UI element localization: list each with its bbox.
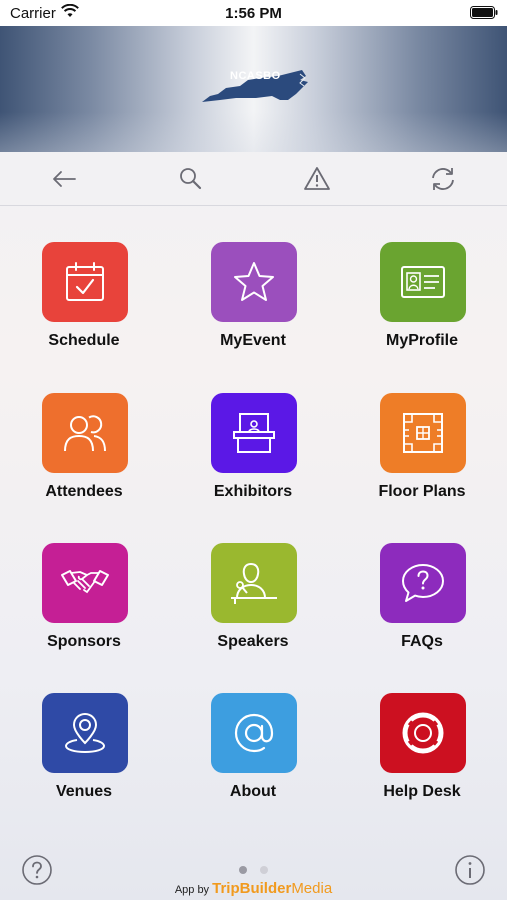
tile-venues[interactable]: Venues (14, 693, 154, 823)
location-pin-icon (64, 712, 106, 754)
tile-label: Speakers (217, 633, 289, 650)
refresh-icon[interactable] (428, 164, 458, 194)
page-dot-active[interactable] (239, 866, 247, 874)
speakers-icon-box (211, 543, 297, 623)
credit-prefix: App by (174, 884, 210, 896)
header-banner: NCASBO (0, 26, 507, 152)
tile-exhibitors[interactable]: Exhibitors (183, 393, 323, 523)
search-icon[interactable] (176, 164, 206, 194)
myevent-icon-box (211, 242, 297, 322)
tile-label: Attendees (45, 483, 123, 500)
schedule-icon-box (42, 242, 128, 322)
tile-about[interactable]: About (183, 693, 323, 823)
app-credit: App by TripBuilderMedia (0, 880, 507, 897)
sponsors-icon-box (42, 543, 128, 623)
tile-label: About (229, 783, 277, 800)
logo-text: NCASBO (230, 70, 281, 82)
warning-icon[interactable] (302, 164, 332, 194)
tile-myevent[interactable]: MyEvent (183, 242, 323, 372)
lifebuoy-icon (402, 712, 444, 754)
star-icon (234, 262, 274, 301)
tile-label: Schedule (48, 332, 120, 349)
handshake-icon (61, 570, 109, 594)
tile-myprofile[interactable]: MyProfile (352, 242, 492, 372)
tripbuilder-logo-text: TripBuilder (212, 880, 292, 897)
venues-icon-box (42, 693, 128, 773)
booth-icon (233, 413, 275, 453)
tile-help-desk[interactable]: Help Desk (352, 693, 492, 823)
tile-label: FAQs (401, 633, 443, 650)
tile-speakers[interactable]: Speakers (183, 543, 323, 673)
back-arrow-icon[interactable] (49, 164, 79, 194)
speaker-icon (231, 562, 277, 604)
battery-icon (470, 6, 498, 19)
question-bubble-icon (402, 564, 444, 602)
tile-label: Venues (55, 783, 113, 800)
help-desk-icon-box (380, 693, 466, 773)
id-card-icon (401, 266, 445, 298)
tile-label: Help Desk (383, 783, 461, 800)
tile-floor-plans[interactable]: Floor Plans (352, 393, 492, 523)
status-bar: Carrier 1:56 PM (0, 0, 507, 26)
calendar-check-icon (66, 262, 104, 301)
tile-label: MyEvent (220, 332, 286, 349)
tile-label: MyProfile (385, 332, 458, 349)
floor-plans-icon-box (380, 393, 466, 473)
tile-faqs[interactable]: FAQs (352, 543, 492, 673)
myprofile-icon-box (380, 242, 466, 322)
about-icon-box (211, 693, 297, 773)
tile-schedule[interactable]: Schedule (14, 242, 154, 372)
floor-plan-icon (403, 413, 443, 453)
attendees-icon-box (42, 393, 128, 473)
tile-attendees[interactable]: Attendees (14, 393, 154, 523)
exhibitors-icon-box (211, 393, 297, 473)
tile-sponsors[interactable]: Sponsors (14, 543, 154, 673)
tile-label: Exhibitors (213, 483, 293, 500)
faqs-icon-box (380, 543, 466, 623)
page-dot[interactable] (260, 866, 268, 874)
people-icon (64, 415, 106, 452)
status-time: 1:56 PM (225, 5, 282, 22)
toolbar (0, 152, 507, 206)
at-sign-icon (234, 713, 274, 753)
tile-label: Floor Plans (378, 483, 466, 500)
tile-label: Sponsors (47, 633, 121, 650)
page-indicator (0, 866, 507, 876)
media-logo-text: Media (291, 880, 333, 897)
